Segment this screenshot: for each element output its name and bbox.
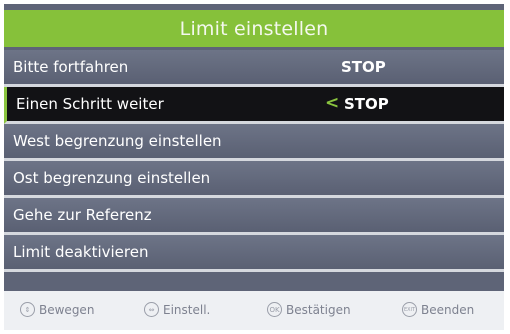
menu-item-label: Limit deaktivieren (13, 243, 149, 261)
menu-title: Limit einstellen (4, 10, 504, 47)
exit-key-icon: EXIT (402, 302, 417, 317)
dpad-leftright-icon: ⇔ (144, 302, 159, 317)
chevron-left-icon[interactable]: < (325, 93, 339, 113)
menu-item-label: Ost begrenzung einstellen (13, 169, 211, 187)
menu-item-label: Bitte fortfahren (13, 58, 129, 76)
hint-exit: EXIT Beenden (402, 302, 475, 317)
menu-item-value: STOP (344, 95, 389, 113)
hint-adjust: ⇔ Einstell. (144, 302, 210, 317)
menu-item-set-east-limit[interactable]: Ost begrenzung einstellen (4, 161, 504, 198)
menu-item-label: Einen Schritt weiter (16, 95, 164, 113)
key-hint-bar: ⇕ Bewegen ⇔ Einstell. OK Bestätigen EXIT… (4, 291, 504, 330)
menu-item-continue[interactable]: Bitte fortfahren STOP (4, 50, 504, 87)
menu-item-label: West begrenzung einstellen (13, 132, 222, 150)
menu-item-step-forward[interactable]: Einen Schritt weiter < STOP (4, 87, 504, 124)
ok-key-icon: OK (267, 302, 282, 317)
menu-item-label: Gehe zur Referenz (13, 206, 152, 224)
dpad-updown-icon: ⇕ (20, 302, 35, 317)
menu-item-set-west-limit[interactable]: West begrenzung einstellen (4, 124, 504, 161)
menu-item-disable-limit[interactable]: Limit deaktivieren (4, 235, 504, 272)
menu-list: Bitte fortfahren STOP Einen Schritt weit… (4, 50, 504, 272)
tv-menu-screen: Limit einstellen Bitte fortfahren STOP E… (4, 4, 504, 330)
hint-confirm: OK Bestätigen (267, 302, 351, 317)
hint-move: ⇕ Bewegen (20, 302, 94, 317)
menu-item-value: STOP (341, 58, 386, 76)
menu-item-go-to-reference[interactable]: Gehe zur Referenz (4, 198, 504, 235)
